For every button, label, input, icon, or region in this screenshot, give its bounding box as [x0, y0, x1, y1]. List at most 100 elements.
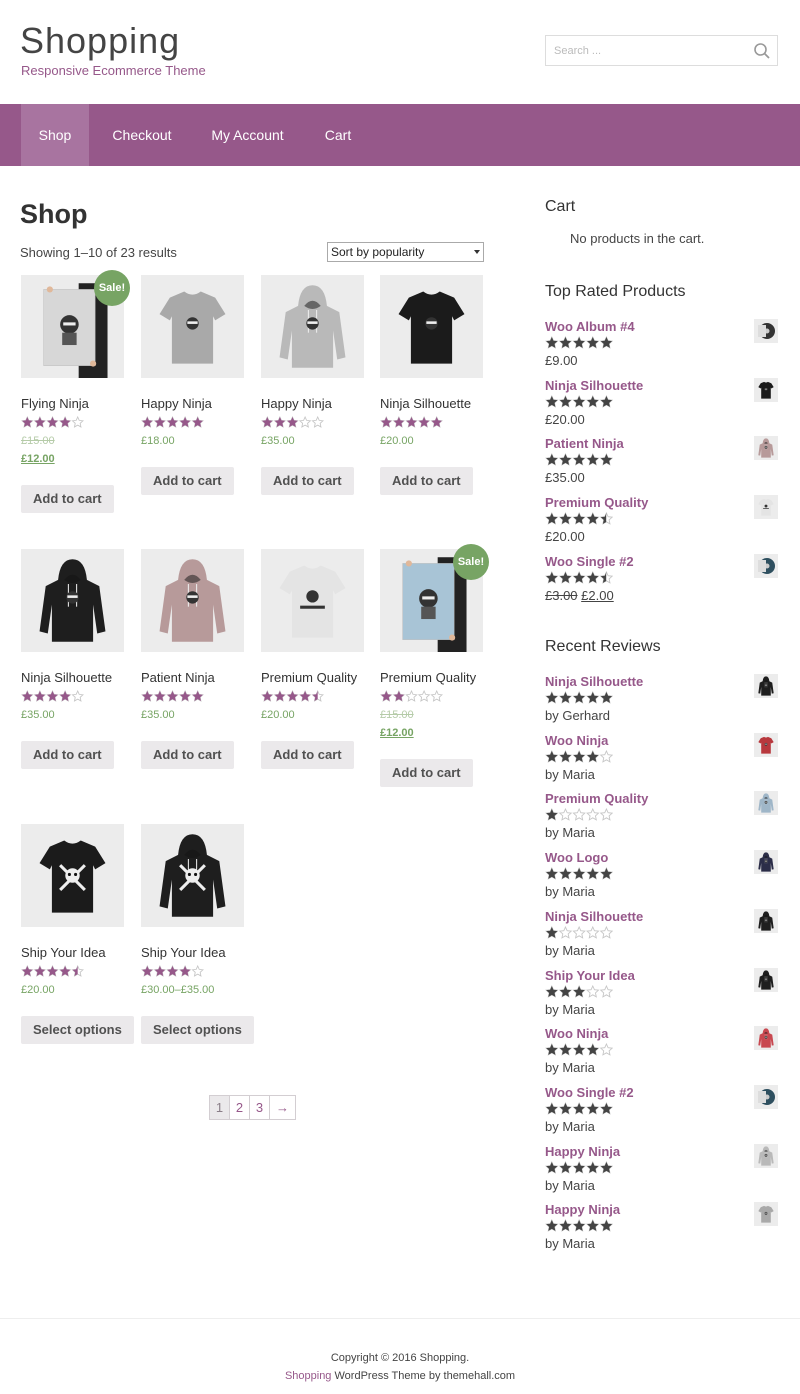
review-author: by Maria — [545, 766, 595, 782]
review-product-name[interactable]: Premium Quality — [545, 791, 648, 806]
result-count: Showing 1–10 of 23 results — [20, 245, 177, 260]
product-thumbnail[interactable] — [754, 850, 778, 875]
footer-credit: Shopping WordPress Theme by themehall.co… — [0, 1370, 800, 1382]
star-rating — [545, 1160, 613, 1175]
next-page-link[interactable]: → — [270, 1096, 295, 1119]
review-product-name[interactable]: Woo Logo — [545, 850, 608, 865]
top-rated-item-name[interactable]: Ninja Silhouette — [545, 378, 643, 393]
page-link-3[interactable]: 3 — [250, 1096, 270, 1119]
review-product-name[interactable]: Ninja Silhouette — [545, 909, 643, 924]
select-options-button[interactable]: Select options — [21, 1016, 134, 1044]
site-header: Shopping Responsive Ecommerce Theme — [0, 0, 800, 104]
review-product-name[interactable]: Woo Single #2 — [545, 1085, 634, 1100]
product-name[interactable]: Patient Ninja — [141, 670, 215, 685]
product-thumbnail[interactable] — [754, 495, 778, 520]
add-to-cart-button[interactable]: Add to cart — [380, 467, 473, 495]
product-image[interactable] — [141, 275, 244, 378]
review-author: by Maria — [545, 1060, 595, 1076]
review-product-name[interactable]: Happy Ninja — [545, 1144, 620, 1159]
add-to-cart-button[interactable]: Add to cart — [141, 741, 234, 769]
product-name[interactable]: Happy Ninja — [141, 396, 212, 411]
product-name[interactable]: Ninja Silhouette — [380, 396, 471, 411]
product-image[interactable] — [261, 275, 364, 378]
nav-item-checkout[interactable]: Checkout — [102, 104, 182, 166]
top-rated-item-name[interactable]: Patient Ninja — [545, 436, 624, 451]
product-thumbnail[interactable] — [754, 791, 778, 816]
review-author: by Maria — [545, 884, 595, 900]
review-product-name[interactable]: Ninja Silhouette — [545, 674, 643, 689]
product-thumbnail[interactable] — [754, 1143, 778, 1168]
nav-item-my-account[interactable]: My Account — [200, 104, 295, 166]
select-options-button[interactable]: Select options — [141, 1016, 254, 1044]
product-thumbnail[interactable] — [754, 436, 778, 461]
product-card: Ship Your Idea £20.00 Select options — [21, 824, 134, 1074]
star-rating — [141, 690, 204, 704]
nav-item-shop[interactable]: Shop — [21, 104, 89, 166]
product-thumbnail[interactable] — [754, 908, 778, 933]
product-image[interactable] — [141, 549, 244, 652]
add-to-cart-button[interactable]: Add to cart — [261, 467, 354, 495]
top-rated-item-name[interactable]: Premium Quality — [545, 495, 648, 510]
product-thumbnail[interactable] — [754, 1026, 778, 1051]
product-name[interactable]: Flying Ninja — [21, 396, 89, 411]
add-to-cart-button[interactable]: Add to cart — [261, 741, 354, 769]
product-thumbnail[interactable] — [754, 319, 778, 343]
review-author: by Maria — [545, 825, 595, 841]
product-card: Happy Ninja £35.00 Add to cart — [261, 275, 371, 525]
product-name[interactable]: Happy Ninja — [261, 396, 332, 411]
product-name[interactable]: Premium Quality — [380, 670, 476, 685]
add-to-cart-button[interactable]: Add to cart — [380, 759, 473, 787]
page-link-2[interactable]: 2 — [230, 1096, 250, 1119]
star-rating — [545, 867, 613, 881]
theme-link[interactable]: Shopping — [285, 1370, 332, 1382]
star-rating — [261, 690, 324, 704]
add-to-cart-button[interactable]: Add to cart — [141, 467, 234, 495]
top-rated-item-price: £35.00 — [545, 470, 585, 486]
site-title[interactable]: Shopping — [20, 20, 180, 62]
product-thumbnail[interactable] — [754, 967, 778, 992]
product-name[interactable]: Premium Quality — [261, 670, 357, 685]
review-product-name[interactable]: Happy Ninja — [545, 1202, 620, 1217]
product-old-price: £15.00 — [21, 435, 55, 447]
product-name[interactable]: Ninja Silhouette — [21, 670, 112, 685]
search-input[interactable] — [546, 36, 746, 65]
product-thumbnail[interactable] — [754, 377, 778, 402]
product-image[interactable] — [261, 549, 364, 652]
product-price: £35.00 — [141, 709, 175, 721]
star-rating — [141, 965, 204, 979]
sort-select[interactable]: Sort by popularity — [327, 242, 484, 262]
product-thumbnail[interactable] — [754, 674, 778, 698]
nav-item-cart[interactable]: Cart — [315, 104, 361, 166]
product-thumbnail[interactable] — [754, 732, 778, 757]
star-rating — [545, 1043, 613, 1057]
product-name[interactable]: Ship Your Idea — [141, 945, 226, 960]
recent-review-item: Premium Quality by Maria — [545, 791, 780, 846]
add-to-cart-button[interactable]: Add to cart — [21, 485, 114, 513]
page-link-1[interactable]: 1 — [210, 1096, 230, 1119]
top-rated-item-name[interactable]: Woo Single #2 — [545, 554, 634, 569]
review-product-name[interactable]: Ship Your Idea — [545, 968, 635, 983]
site-tagline: Responsive Ecommerce Theme — [21, 63, 206, 78]
search-icon[interactable] — [753, 42, 771, 60]
product-image[interactable] — [21, 824, 124, 927]
product-price: £35.00 — [21, 709, 55, 721]
product-thumbnail[interactable] — [754, 1202, 778, 1227]
top-rated-item: Woo Single #2 £3.00 £2.00 — [545, 553, 780, 609]
product-image[interactable] — [21, 549, 124, 652]
recent-review-item: Happy Ninja by Maria — [545, 1143, 780, 1199]
page-title: Shop — [20, 199, 88, 229]
product-thumbnail[interactable] — [754, 1084, 778, 1109]
product-name[interactable]: Ship Your Idea — [21, 945, 106, 960]
product-image[interactable] — [141, 824, 244, 927]
recent-review-item: Woo Logo by Maria — [545, 850, 780, 905]
review-product-name[interactable]: Woo Ninja — [545, 733, 608, 748]
product-image[interactable] — [380, 275, 483, 378]
product-card: Happy Ninja £18.00 Add to cart — [141, 275, 251, 525]
review-product-name[interactable]: Woo Ninja — [545, 1026, 608, 1041]
add-to-cart-button[interactable]: Add to cart — [21, 741, 114, 769]
top-rated-item-name[interactable]: Woo Album #4 — [545, 319, 635, 334]
star-rating — [21, 416, 84, 430]
star-rating — [545, 1101, 613, 1116]
top-rated-item: Patient Ninja £35.00 — [545, 436, 780, 491]
product-thumbnail[interactable] — [754, 553, 778, 578]
